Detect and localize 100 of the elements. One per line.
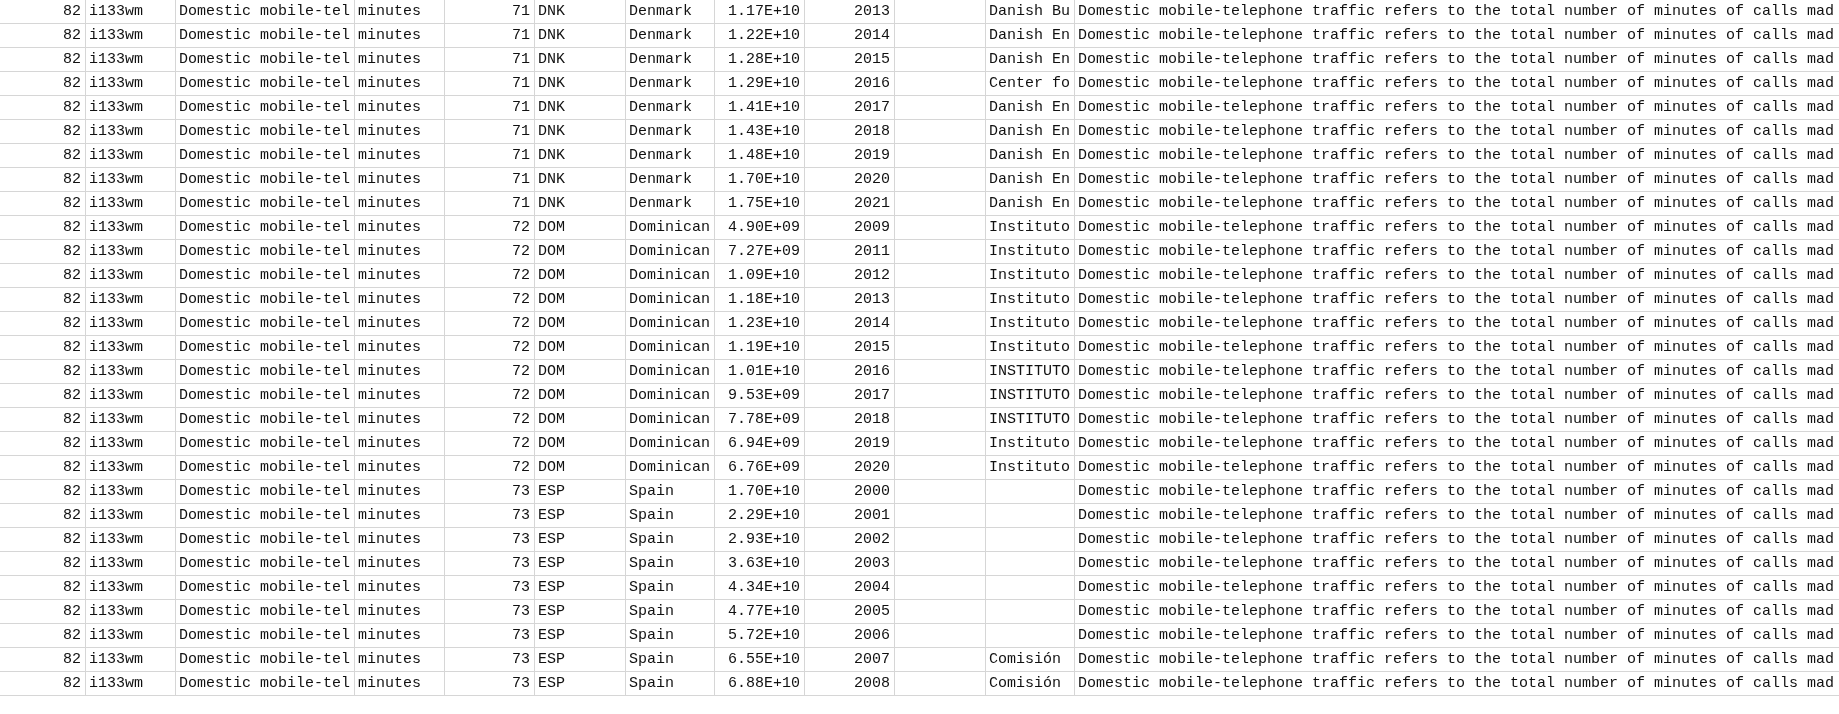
table-cell: ESP <box>538 507 565 524</box>
table-cell: DNK <box>538 123 565 140</box>
table-cell: 82 <box>63 675 81 692</box>
table-cell: i133wm <box>89 627 143 644</box>
table-cell: 82 <box>63 483 81 500</box>
table-cell: 72 <box>512 411 530 428</box>
table-cell: i133wm <box>89 219 143 236</box>
table-cell: 82 <box>63 579 81 596</box>
table-cell: minutes <box>358 123 421 140</box>
table-cell: i133wm <box>89 243 143 260</box>
table-cell: ESP <box>538 651 565 668</box>
table-cell: minutes <box>358 315 421 332</box>
table-cell: 1.09E+10 <box>728 267 800 284</box>
table-cell: DNK <box>538 51 565 68</box>
table-cell: DNK <box>538 75 565 92</box>
table-cell: 71 <box>512 147 530 164</box>
table-cell: ESP <box>538 603 565 620</box>
table-cell: i133wm <box>89 171 143 188</box>
table-cell: 2015 <box>854 339 890 356</box>
table-cell: 1.29E+10 <box>728 75 800 92</box>
table-cell: minutes <box>358 219 421 236</box>
table-cell: ESP <box>538 675 565 692</box>
table-cell: i133wm <box>89 603 143 620</box>
table-cell: 2.93E+10 <box>728 531 800 548</box>
table-cell: 2000 <box>854 483 890 500</box>
table-cell: Instituto <box>989 267 1070 284</box>
table-cell: minutes <box>358 579 421 596</box>
table-cell: DOM <box>538 387 565 404</box>
table-cell: minutes <box>358 195 421 212</box>
table-cell: Instituto <box>989 315 1070 332</box>
table-cell: Domestic mobile-telephone traffic refers to the total number of minutes of calls mad <box>1078 243 1835 260</box>
table-cell: minutes <box>358 483 421 500</box>
table-cell: i133wm <box>89 99 143 116</box>
table-cell: DOM <box>538 243 565 260</box>
table-cell: ESP <box>538 531 565 548</box>
table-cell: DOM <box>538 267 565 284</box>
table-cell: i133wm <box>89 651 143 668</box>
table-cell: 2008 <box>854 675 890 692</box>
table-cell: minutes <box>358 507 421 524</box>
table-cell: i133wm <box>89 291 143 308</box>
table-cell: i133wm <box>89 123 143 140</box>
table-cell: 7.27E+09 <box>728 243 800 260</box>
table-cell: Instituto <box>989 339 1070 356</box>
table-cell: 72 <box>512 339 530 356</box>
table-cell: 2021 <box>854 195 890 212</box>
table-cell: 82 <box>63 651 81 668</box>
table-cell: Center fo <box>989 75 1070 92</box>
table-cell: Domestic mobile-tel <box>179 675 351 692</box>
table-cell: i133wm <box>89 339 143 356</box>
table-cell: 9.53E+09 <box>728 387 800 404</box>
table-cell: Danish En <box>989 171 1070 188</box>
table-cell: 82 <box>63 435 81 452</box>
table-cell: minutes <box>358 675 421 692</box>
table-cell: Domestic mobile-tel <box>179 627 351 644</box>
table-cell: Instituto <box>989 219 1070 236</box>
table-cell: Domestic mobile-telephone traffic refers to the total number of minutes of calls mad <box>1078 195 1835 212</box>
table-cell: DNK <box>538 99 565 116</box>
table-cell: Comisión <box>989 651 1061 668</box>
table-cell: 72 <box>512 435 530 452</box>
table-cell: DNK <box>538 3 565 20</box>
table-cell: DNK <box>538 27 565 44</box>
table-cell: Domestic mobile-tel <box>179 339 351 356</box>
table-cell: Dominican <box>629 243 710 260</box>
table-cell: Danish En <box>989 195 1070 212</box>
table-cell: Denmark <box>629 75 692 92</box>
table-cell: Denmark <box>629 123 692 140</box>
table-cell: 2013 <box>854 3 890 20</box>
table-cell: 82 <box>63 171 81 188</box>
table-cell: 82 <box>63 243 81 260</box>
table-cell: 82 <box>63 195 81 212</box>
table-cell: Domestic mobile-tel <box>179 3 351 20</box>
table-cell: 72 <box>512 315 530 332</box>
table-cell: Domestic mobile-telephone traffic refers to the total number of minutes of calls mad <box>1078 219 1835 236</box>
table-cell: i133wm <box>89 75 143 92</box>
table-cell: Danish En <box>989 51 1070 68</box>
table-cell: 1.70E+10 <box>728 171 800 188</box>
table-cell: minutes <box>358 99 421 116</box>
table-cell: 2006 <box>854 627 890 644</box>
table-cell: 1.41E+10 <box>728 99 800 116</box>
table-cell: 73 <box>512 507 530 524</box>
table-cell: DOM <box>538 363 565 380</box>
table-cell: Denmark <box>629 147 692 164</box>
table-cell: minutes <box>358 243 421 260</box>
table-cell: i133wm <box>89 27 143 44</box>
table-cell: 73 <box>512 675 530 692</box>
table-cell: Domestic mobile-tel <box>179 411 351 428</box>
table-cell: 3.63E+10 <box>728 555 800 572</box>
table-cell: Domestic mobile-telephone traffic refers to the total number of minutes of calls mad <box>1078 267 1835 284</box>
table-cell: Domestic mobile-telephone traffic refers to the total number of minutes of calls mad <box>1078 123 1835 140</box>
table-cell: Denmark <box>629 3 692 20</box>
table-cell: DOM <box>538 219 565 236</box>
table-cell: 73 <box>512 579 530 596</box>
table-cell: minutes <box>358 387 421 404</box>
table-cell: i133wm <box>89 51 143 68</box>
table-cell: Domestic mobile-telephone traffic refers to the total number of minutes of calls mad <box>1078 483 1835 500</box>
table-cell: Denmark <box>629 171 692 188</box>
table-cell: 2019 <box>854 435 890 452</box>
table-cell: Domestic mobile-telephone traffic refers to the total number of minutes of calls mad <box>1078 27 1835 44</box>
table-cell: i133wm <box>89 675 143 692</box>
table-cell: 72 <box>512 267 530 284</box>
